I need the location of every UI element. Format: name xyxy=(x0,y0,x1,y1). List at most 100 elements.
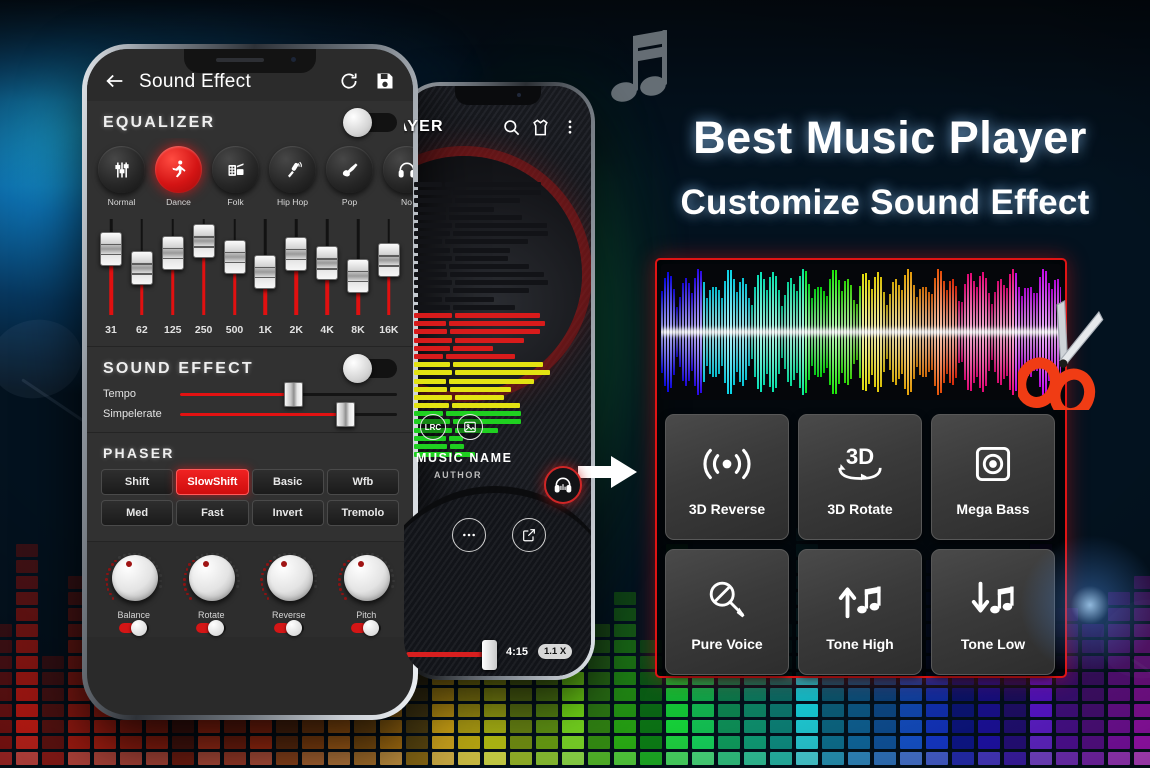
eq-band-label: 250 xyxy=(194,324,213,336)
phaser-button-fast[interactable]: Fast xyxy=(176,500,249,526)
knob-label: Balance xyxy=(117,610,151,620)
search-icon[interactable] xyxy=(500,116,523,139)
back-arrow-icon[interactable] xyxy=(103,69,127,93)
eq-band-16K[interactable] xyxy=(377,219,401,315)
image-icon[interactable] xyxy=(457,414,483,440)
eq-band-250[interactable] xyxy=(192,219,216,315)
knob-toggle[interactable] xyxy=(196,620,227,636)
share-icon[interactable] xyxy=(512,518,546,552)
player-progress-thumb[interactable] xyxy=(482,640,497,670)
eq-preset-label: Normal xyxy=(107,197,136,207)
knob-dial[interactable] xyxy=(105,552,163,608)
knob-balance[interactable]: Balance xyxy=(99,552,169,636)
eq-preset-pop[interactable]: Pop xyxy=(325,146,374,207)
knob-toggle[interactable] xyxy=(351,620,382,636)
right-arrow-icon xyxy=(578,455,638,489)
slider-track[interactable] xyxy=(180,381,397,407)
eq-band-label: 31 xyxy=(105,324,117,336)
eq-band-31[interactable] xyxy=(99,219,123,315)
lyrics-icon[interactable]: LRC xyxy=(420,414,446,440)
effect-tile-tone-low[interactable]: Tone Low xyxy=(931,549,1055,675)
eq-preset-label: Pop xyxy=(341,197,358,207)
eq-preset-normal[interactable]: Normal xyxy=(97,146,146,207)
knob-dial[interactable] xyxy=(260,552,318,608)
phaser-button-basic[interactable]: Basic xyxy=(251,469,324,495)
knob-rotate[interactable]: Rotate xyxy=(176,552,246,636)
more-horizontal-icon[interactable] xyxy=(452,518,486,552)
knob-label: Reverse xyxy=(271,610,306,620)
phaser-button-shift[interactable]: Shift xyxy=(101,469,174,495)
slider-tempo[interactable]: Tempo xyxy=(87,381,413,407)
3d-rotate-icon: 3D xyxy=(832,437,888,491)
player-title: AYER xyxy=(404,118,444,135)
effect-tile-label: Mega Bass xyxy=(956,501,1030,517)
eq-preset-dance[interactable]: Dance xyxy=(154,146,203,207)
save-disk-icon[interactable] xyxy=(373,69,397,93)
eq-preset-label: Folk xyxy=(227,197,244,207)
music-note-icon xyxy=(600,18,690,113)
promo-headline: Best Music Player xyxy=(693,112,1087,163)
phaser-title: PHASER xyxy=(103,445,175,461)
eq-band-8K[interactable] xyxy=(346,219,370,315)
eq-band-62[interactable] xyxy=(130,219,154,315)
player-progress-bar[interactable] xyxy=(406,652,494,657)
knob-label: Pitch xyxy=(356,610,377,620)
slider-thumb[interactable] xyxy=(283,381,303,407)
effect-tile-label: Tone High xyxy=(826,636,894,652)
track-author: AUTHOR xyxy=(434,470,483,480)
eq-preset-label: Hip Hop xyxy=(276,197,309,207)
more-vertical-icon[interactable] xyxy=(558,116,581,139)
eq-preset-folk[interactable]: Folk xyxy=(211,146,260,207)
effect-tile-label: 3D Reverse xyxy=(688,501,766,517)
slider-simpelerate[interactable]: Simpelerate xyxy=(87,401,413,427)
dancer-icon xyxy=(155,146,202,193)
eq-band-4K[interactable] xyxy=(315,219,339,315)
knob-toggle[interactable] xyxy=(118,620,149,636)
eq-band-500[interactable] xyxy=(223,219,247,315)
equalizer-band-labels: 31 62 125 250 500 1K 2K 4K 8K 16K xyxy=(87,319,413,346)
phaser-button-slowshift[interactable]: SlowShift xyxy=(176,469,249,495)
knob-dial[interactable] xyxy=(337,552,395,608)
eq-band-125[interactable] xyxy=(161,219,185,315)
effect-tile-mega-bass[interactable]: Mega Bass xyxy=(931,414,1055,540)
knob-label: Rotate xyxy=(197,610,225,620)
effect-tiles-grid: 3D Reverse 3D 3D Rotate Mega Bass Pure Voice… xyxy=(665,414,1057,675)
slider-track[interactable] xyxy=(180,401,397,427)
player-time: 4:15 xyxy=(506,646,529,658)
scissors-icon xyxy=(1015,299,1114,420)
phaser-button-invert[interactable]: Invert xyxy=(251,500,324,526)
effect-tile-3d-reverse[interactable]: 3D Reverse xyxy=(665,414,789,540)
sliders-icon xyxy=(98,146,145,193)
eq-band-2K[interactable] xyxy=(284,219,308,315)
phaser-button-wfb[interactable]: Wfb xyxy=(326,469,399,495)
effect-tile-3d-rotate[interactable]: 3D 3D Rotate xyxy=(798,414,922,540)
eq-preset-no[interactable]: No xyxy=(382,146,413,207)
eq-band-label: 125 xyxy=(163,324,182,336)
effect-tile-label: Tone Low xyxy=(960,636,1026,652)
refresh-icon[interactable] xyxy=(337,69,361,93)
eq-preset-label: No xyxy=(401,197,412,207)
knob-toggle[interactable] xyxy=(273,620,304,636)
phaser-button-med[interactable]: Med xyxy=(101,500,174,526)
effect-tile-label: Pure Voice xyxy=(691,636,763,652)
shirt-icon[interactable] xyxy=(529,116,552,139)
effect-tile-tone-high[interactable]: Tone High xyxy=(798,549,922,675)
effect-tile-pure-voice[interactable]: Pure Voice xyxy=(665,549,789,675)
eq-preset-label: Dance xyxy=(166,197,191,207)
phaser-row: Med Fast Invert Tremolo xyxy=(101,500,399,526)
slider-thumb[interactable] xyxy=(335,401,355,427)
phaser-button-tremolo[interactable]: Tremolo xyxy=(326,500,399,526)
eq-preset-hip-hop[interactable]: Hip Hop xyxy=(268,146,317,207)
sound-effect-toggle[interactable] xyxy=(343,354,397,383)
knob-dial[interactable] xyxy=(182,552,240,608)
equalizer-toggle[interactable] xyxy=(343,108,397,137)
knob-reverse[interactable]: Reverse xyxy=(254,552,324,636)
equalizer-panel: EQUALIZER Normal Dance Folk Hip Hop Pop No 31… xyxy=(87,101,413,347)
headphone-eq-icon[interactable] xyxy=(544,466,582,504)
knob-pitch[interactable]: Pitch xyxy=(331,552,401,636)
player-speed-badge[interactable]: 1.1 X xyxy=(538,644,573,659)
eq-band-label: 62 xyxy=(136,324,148,336)
arrow-down-note-icon xyxy=(968,572,1018,626)
slider-label: Tempo xyxy=(103,388,137,400)
eq-band-1K[interactable] xyxy=(253,219,277,315)
